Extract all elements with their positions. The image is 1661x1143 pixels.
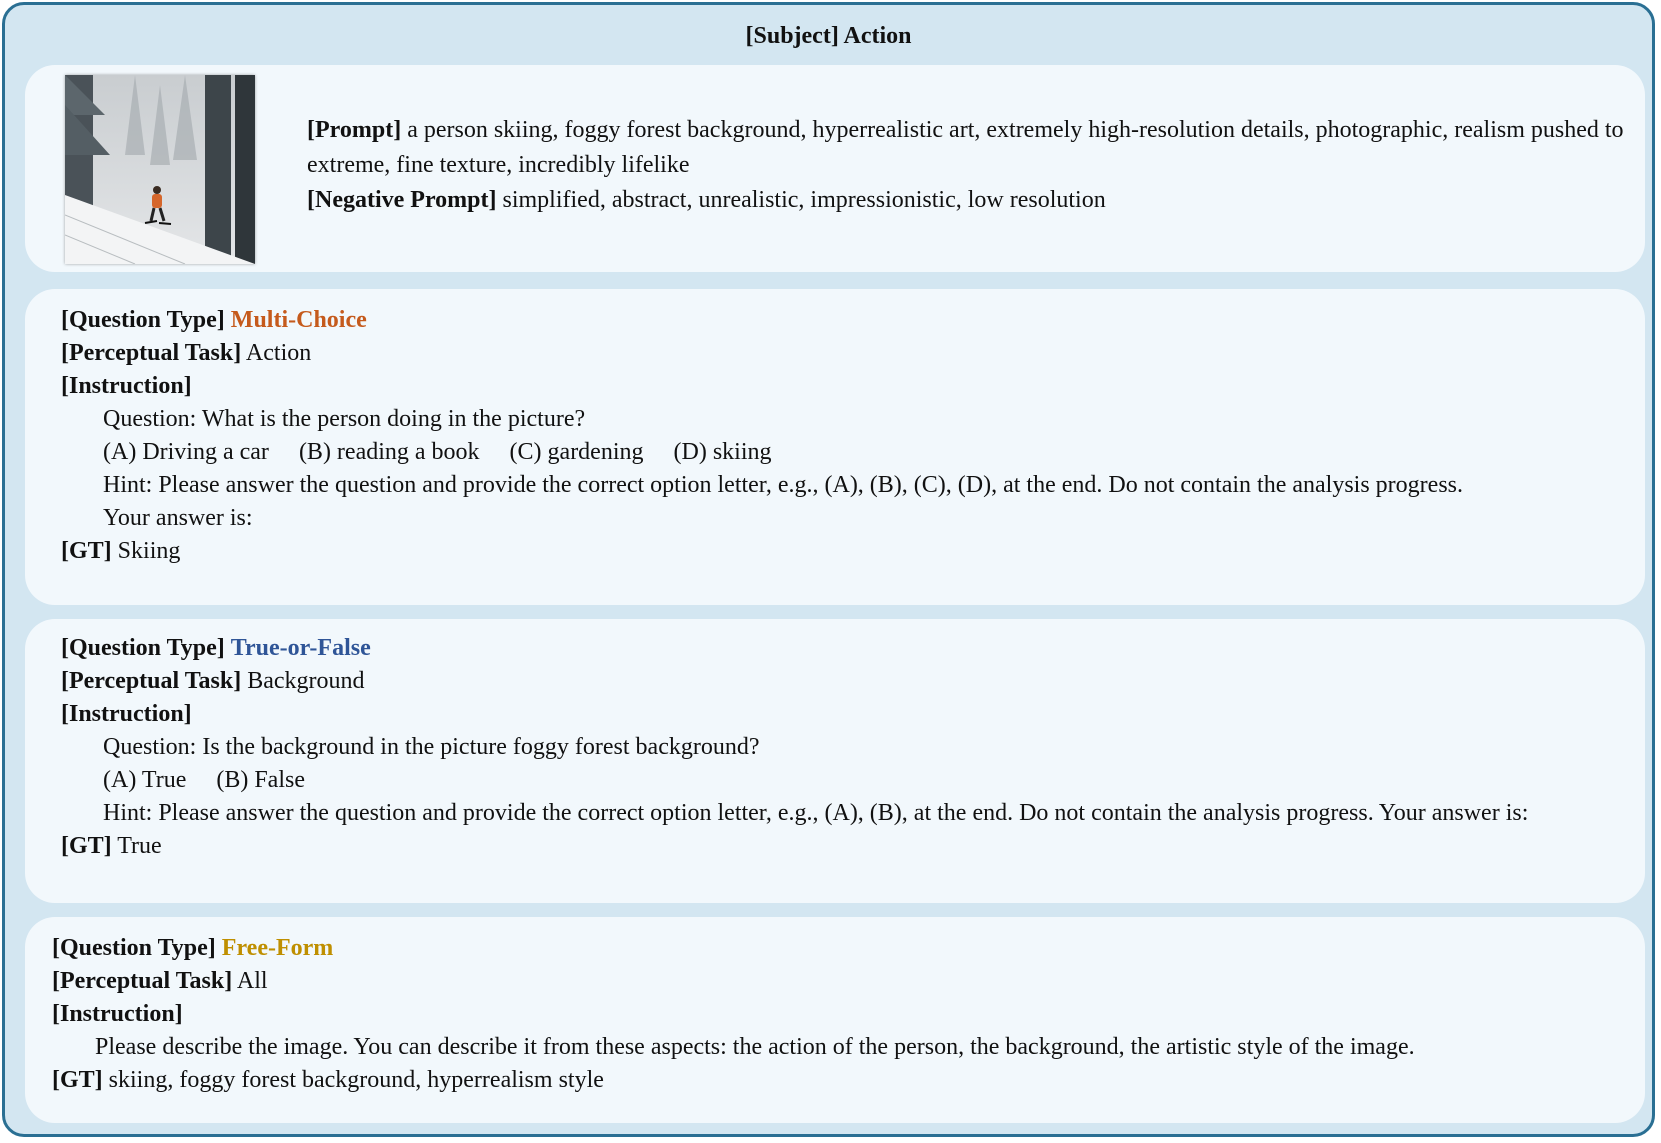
perceptual-task-value: Action	[241, 340, 312, 366]
question-type-label: [Question Type]	[52, 935, 216, 961]
perceptual-task-value: Background	[241, 668, 365, 694]
skier-in-foggy-forest-image	[65, 75, 255, 264]
perceptual-task-label: [Perceptual Task]	[52, 968, 233, 994]
free-form-card: [Question Type] Free-Form [Perceptual Ta…	[25, 917, 1645, 1123]
prompt-content: a person skiing, foggy forest background…	[307, 117, 1624, 178]
prompt-card: [Prompt] a person skiing, foggy forest b…	[25, 65, 1645, 272]
perceptual-task-label: [Perceptual Task]	[61, 668, 242, 694]
gt-value: Skiing	[111, 538, 181, 564]
perceptual-task-row: [Perceptual Task] Action	[61, 336, 311, 371]
perceptual-task-row: [Perceptual Task] All	[52, 964, 268, 999]
option-d: (D) skiing	[673, 439, 772, 465]
instruction-label: [Instruction]	[61, 373, 192, 399]
question-text: Question: Is the background in the pictu…	[103, 734, 760, 760]
option-b: (B) reading a book	[298, 439, 480, 465]
hint-text: Hint: Please answer the question and pro…	[103, 472, 1463, 498]
gt-label: [GT]	[52, 1067, 103, 1093]
gt-row: [GT] True	[61, 829, 162, 864]
prompt-text: [Prompt] a person skiing, foggy forest b…	[307, 113, 1627, 218]
instruction-label: [Instruction]	[52, 1001, 183, 1027]
question-type-value: Free-Form	[221, 935, 334, 961]
gt-row: [GT] skiing, foggy forest background, hy…	[52, 1063, 604, 1098]
option-c: (C) gardening	[509, 439, 644, 465]
negative-prompt-label: [Negative Prompt]	[307, 187, 497, 213]
question-type-row: [Question Type] True-or-False	[61, 631, 371, 666]
figure-frame: [Subject] Action [Prompt] a person skiin…	[2, 2, 1655, 1137]
answer-prompt: Your answer is:	[103, 505, 253, 531]
question-type-value: Multi-Choice	[230, 307, 367, 333]
option-a: (A) True	[103, 767, 187, 793]
question-text: Please describe the image. You can descr…	[95, 1034, 1415, 1060]
question-text: Question: What is the person doing in th…	[103, 406, 586, 432]
multi-choice-card: [Question Type] Multi-Choice [Perceptual…	[25, 289, 1645, 605]
options-row: (A) True (B) False	[103, 763, 305, 798]
perceptual-task-value: All	[232, 968, 268, 994]
question-type-row: [Question Type] Multi-Choice	[61, 303, 367, 338]
option-a: (A) Driving a car	[103, 439, 269, 465]
negative-prompt-content: simplified, abstract, unrealistic, impre…	[496, 187, 1106, 213]
prompt-label: [Prompt]	[307, 117, 402, 143]
perceptual-task-row: [Perceptual Task] Background	[61, 664, 365, 699]
gt-label: [GT]	[61, 833, 112, 859]
question-type-label: [Question Type]	[61, 635, 225, 661]
question-type-row: [Question Type] Free-Form	[52, 931, 333, 966]
instruction-label: [Instruction]	[61, 701, 192, 727]
gt-row: [GT] Skiing	[61, 534, 180, 569]
hint-text: Hint: Please answer the question and pro…	[103, 800, 1529, 826]
gt-label: [GT]	[61, 538, 112, 564]
question-type-label: [Question Type]	[61, 307, 225, 333]
true-false-card: [Question Type] True-or-False [Perceptua…	[25, 619, 1645, 903]
option-b: (B) False	[216, 767, 305, 793]
question-type-value: True-or-False	[230, 635, 371, 661]
perceptual-task-label: [Perceptual Task]	[61, 340, 242, 366]
options-row: (A) Driving a car (B) reading a book (C) g…	[103, 435, 772, 470]
figure-title: [Subject] Action	[745, 23, 912, 49]
gt-value: skiing, foggy forest background, hyperre…	[102, 1067, 604, 1093]
gt-value: True	[111, 833, 162, 859]
